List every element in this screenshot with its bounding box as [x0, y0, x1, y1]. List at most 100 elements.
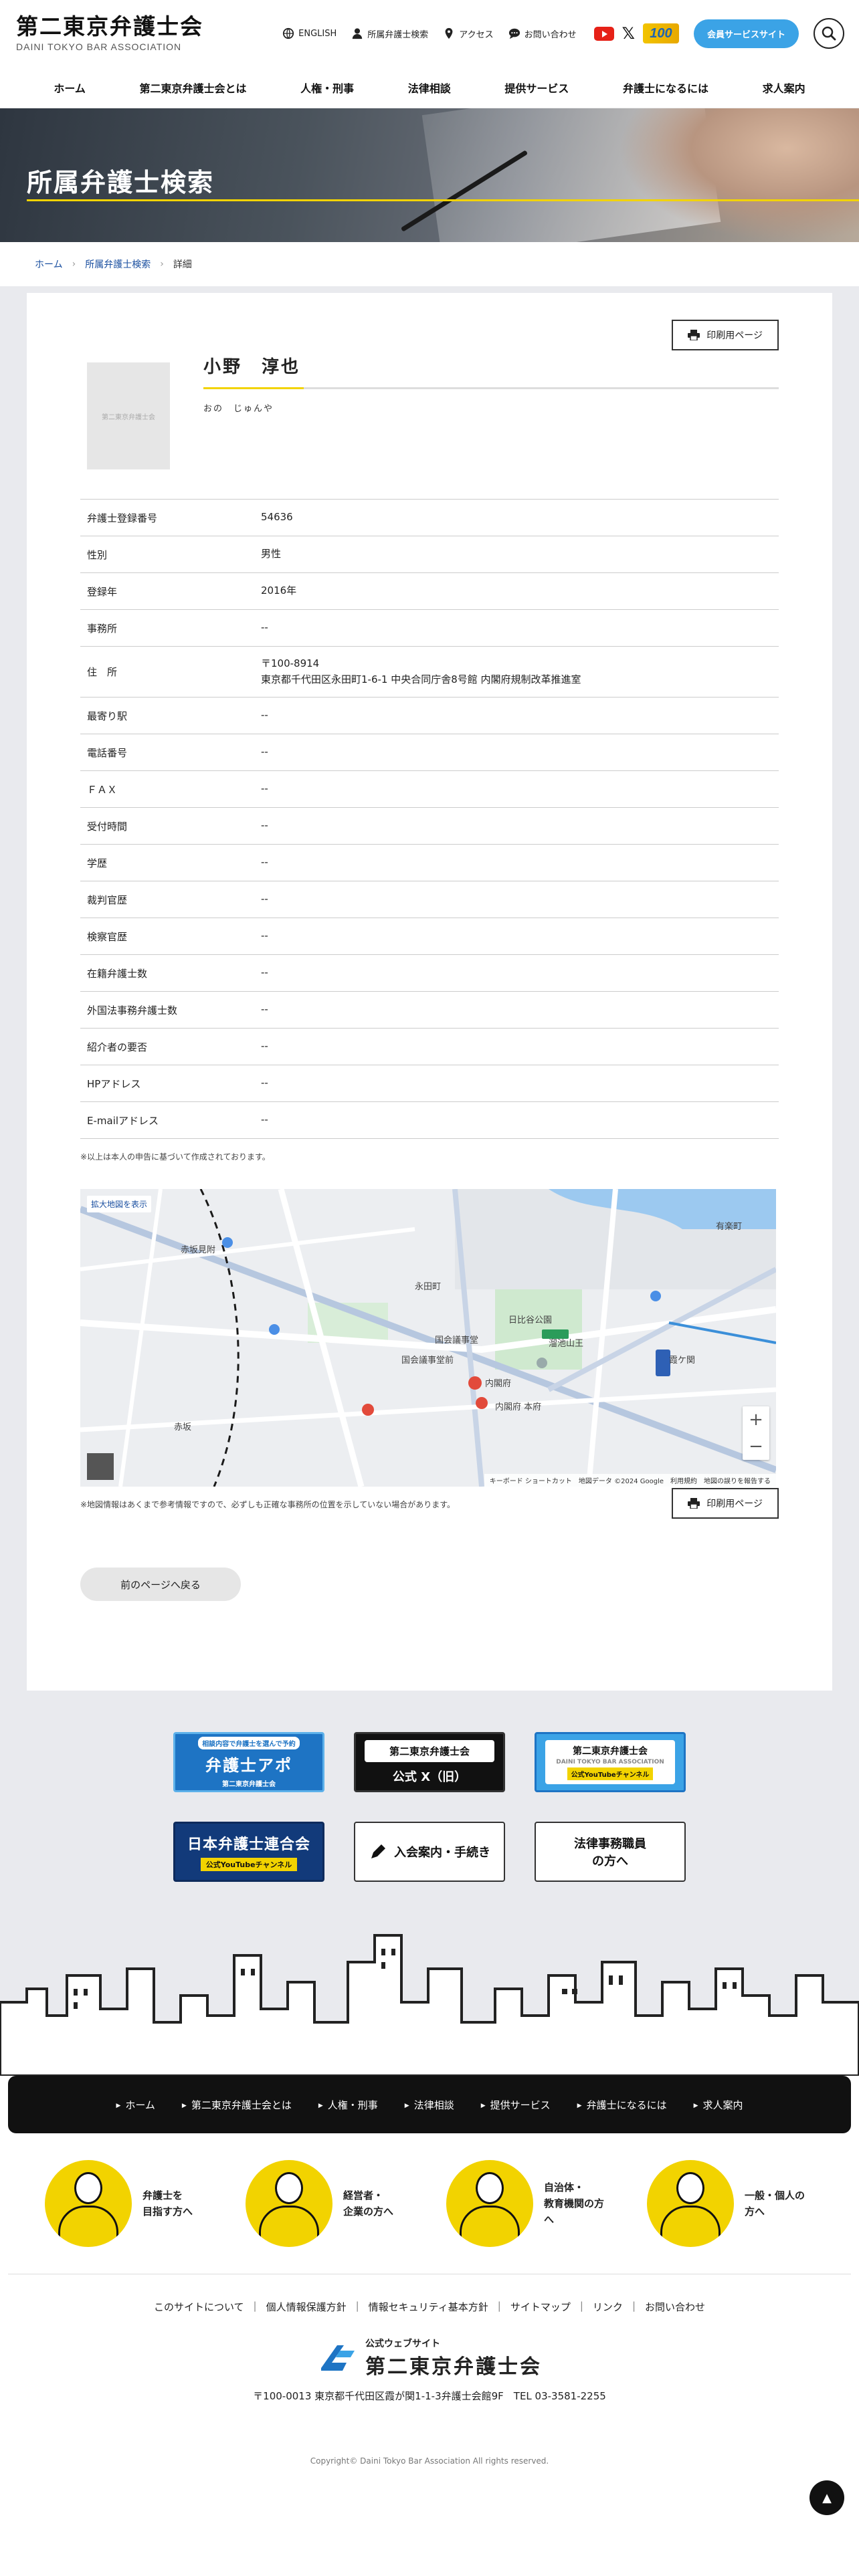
gnav-jobs[interactable]: 求人案内: [763, 80, 805, 96]
row-label: 住 所: [87, 666, 118, 678]
table-row: 紹介者の要否 --: [80, 1029, 779, 1065]
audience-label: 弁護士を 目指す方へ: [142, 2189, 193, 2218]
footer-link-links[interactable]: リンク: [593, 2300, 623, 2314]
english-link[interactable]: ENGLISH: [282, 27, 337, 39]
map-attribution[interactable]: キーボード ショートカット 地図データ ©2024 Google 利用規約 地図…: [484, 1474, 776, 1487]
audience-government-education[interactable]: 自治体・ 教育機関の方へ: [446, 2160, 613, 2247]
chevron-right-icon: ›: [72, 259, 76, 270]
table-row: 最寄り駅 --: [80, 697, 779, 734]
table-row: 事務所 --: [80, 610, 779, 647]
gnav-about[interactable]: 第二東京弁護士会とは: [139, 80, 246, 96]
zoom-out-button[interactable]: −: [743, 1433, 769, 1460]
row-value: --: [261, 819, 268, 832]
audience-links: 弁護士を 目指す方へ 経営者・ 企業の方へ 自治体・ 教育機関の方へ 一般・個人の方へ: [0, 2133, 859, 2274]
footer-link-contact[interactable]: お問い合わせ: [645, 2300, 705, 2314]
member-service-button[interactable]: 会員サービスサイト: [693, 19, 799, 48]
access-link[interactable]: アクセス: [443, 27, 494, 40]
row-label: 検察官歴: [87, 930, 128, 943]
expand-map-link[interactable]: 拡大地図を表示: [87, 1196, 152, 1212]
law-office-staff-banner[interactable]: 法律事務職員 の方へ: [535, 1822, 686, 1882]
row-label: 在籍弁護士数: [87, 967, 148, 980]
print-page-button-bottom[interactable]: 印刷用ページ: [672, 1488, 779, 1519]
map-canvas[interactable]: 赤坂見附 永田町 国会議事堂前 内閣府 内閣府 本府 霞ケ関 日比谷公園 溜池山…: [80, 1189, 776, 1487]
footer-link-security[interactable]: 情報セキュリティ基本方針: [369, 2300, 488, 2314]
footer-nav-legal-consultation[interactable]: 法律相談: [405, 2098, 454, 2112]
row-value: --: [261, 966, 268, 979]
official-x-banner[interactable]: 第二東京弁護士会 公式 X（旧）: [354, 1732, 505, 1792]
parent-child-illustration-icon: [647, 2160, 734, 2247]
zoom-in-button[interactable]: +: [743, 1406, 769, 1433]
x-icon[interactable]: 𝕏: [622, 25, 635, 41]
footer-link-sitemap[interactable]: サイトマップ: [510, 2300, 571, 2314]
english-label: ENGLISH: [298, 28, 337, 39]
gnav-become-lawyer[interactable]: 弁護士になるには: [623, 80, 708, 96]
audience-business[interactable]: 経営者・ 企業の方へ: [246, 2160, 413, 2247]
lawyer-search-link[interactable]: 所属弁護士検索: [351, 27, 428, 40]
gnav-services[interactable]: 提供サービス: [504, 80, 569, 96]
utility-nav: ENGLISH 所属弁護士検索 アクセス お問い合わせ 𝕏 100 会員サービス…: [282, 18, 844, 49]
youtube-icon[interactable]: [593, 26, 614, 41]
site-logo[interactable]: 第二東京弁護士会 DAINI TOKYO BAR ASSOCIATION: [16, 15, 217, 52]
gnav-human-rights[interactable]: 人権・刑事: [300, 80, 354, 96]
jfba-youtube-banner[interactable]: 日本弁護士連合会 公式YouTubeチャンネル: [173, 1822, 324, 1882]
row-value: 〒100-8914 東京都千代田区永田町1-6-1 中央合同庁舎8号館 内閣府規制…: [254, 647, 779, 697]
map-label: 有楽町: [716, 1221, 742, 1232]
table-row: 登録年 2016年: [80, 573, 779, 610]
chevron-right-icon: ›: [160, 259, 164, 270]
row-value: 54636: [261, 511, 293, 524]
search-button[interactable]: [814, 18, 844, 49]
table-row: 裁判官歴 --: [80, 881, 779, 918]
footer-nav-jobs[interactable]: 求人案内: [694, 2098, 743, 2112]
audience-aspiring-lawyers[interactable]: 弁護士を 目指す方へ: [45, 2160, 212, 2247]
contact-link[interactable]: お問い合わせ: [508, 27, 577, 40]
banner-sub: 公式YouTubeチャンネル: [200, 1858, 298, 1871]
official-youtube-banner[interactable]: 第二東京弁護士会 DAINI TOKYO BAR ASSOCIATION 公式Y…: [535, 1732, 686, 1792]
footer-link-about-site[interactable]: このサイトについて: [154, 2300, 244, 2314]
worker-illustration-icon: [246, 2160, 332, 2247]
self-report-note: ※以上は本人の申告に基づいて作成されております。: [80, 1152, 270, 1162]
page-top-button[interactable]: ▲: [809, 2480, 844, 2515]
row-label: 外国法事務弁護士数: [87, 1004, 178, 1016]
footer-nav-services[interactable]: 提供サービス: [481, 2098, 551, 2112]
postal-code: 〒100-8914: [261, 657, 320, 670]
row-label: E-mailアドレス: [87, 1114, 159, 1127]
lawyer-name-kana: おの じゅんや: [203, 404, 274, 414]
anniversary-100-badge[interactable]: 100: [642, 23, 679, 43]
map-label: 内閣府 本府: [495, 1402, 541, 1412]
row-label: 学歴: [87, 857, 108, 869]
audience-individuals[interactable]: 一般・個人の方へ: [647, 2160, 814, 2247]
row-value: --: [261, 709, 268, 722]
detail-panel: 印刷用ページ 第二東京弁護士会 小野 淳也 おの じゅんや 弁護士登録番号 546…: [27, 293, 832, 1691]
footer-nav-human-rights[interactable]: 人権・刑事: [318, 2098, 378, 2112]
row-label: 裁判官歴: [87, 893, 128, 906]
globe-icon: [283, 27, 294, 39]
row-value: --: [261, 1077, 268, 1089]
breadcrumb-search[interactable]: 所属弁護士検索: [85, 257, 151, 271]
google-map[interactable]: 赤坂見附 永田町 国会議事堂前 内閣府 内閣府 本府 霞ケ関 日比谷公園 溜池山…: [80, 1189, 776, 1487]
hero-background-hand: [618, 108, 859, 242]
footer-logo-text: 公式ウェブサイト 第二東京弁護士会: [365, 2337, 542, 2379]
footer-nav-about[interactable]: 第二東京弁護士会とは: [182, 2098, 292, 2112]
map-label: 国会議事堂前: [401, 1355, 454, 1366]
back-button[interactable]: 前のページへ戻る: [80, 1568, 241, 1601]
woman-illustration-icon: [45, 2160, 132, 2247]
person-icon: [353, 28, 363, 39]
breadcrumb-home[interactable]: ホーム: [35, 257, 63, 271]
gnav-legal-consultation[interactable]: 法律相談: [408, 80, 451, 96]
membership-guide-banner[interactable]: 入会案内・手続き: [354, 1822, 505, 1882]
row-value: --: [261, 856, 268, 869]
address: 東京都千代田区永田町1-6-1 中央合同庁舎8号館 内閣府規制改革推進室: [261, 673, 581, 685]
footer-logo[interactable]: 公式ウェブサイト 第二東京弁護士会: [0, 2337, 859, 2379]
banner-sub: 公式YouTubeチャンネル: [567, 1767, 654, 1780]
separator: |: [253, 2300, 257, 2312]
gnav-home[interactable]: ホーム: [54, 80, 86, 96]
banner-title: 弁護士アポ: [205, 1755, 292, 1775]
hero-underline: [27, 199, 859, 201]
row-value: --: [261, 930, 268, 942]
footer-nav-become-lawyer[interactable]: 弁護士になるには: [577, 2098, 667, 2112]
footer-nav-home[interactable]: ホーム: [116, 2098, 155, 2112]
row-value: --: [261, 782, 268, 795]
footer-link-privacy[interactable]: 個人情報保護方針: [266, 2300, 347, 2314]
name-block: 小野 淳也 おの じゅんや: [203, 346, 779, 469]
lawyer-appo-banner[interactable]: 相談内容で弁護士を選んで予約 弁護士アポ 第二東京弁護士会: [173, 1732, 324, 1792]
